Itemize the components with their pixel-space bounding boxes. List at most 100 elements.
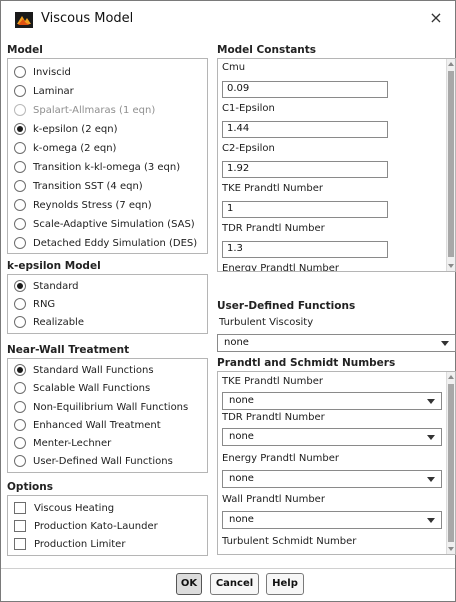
ok-button[interactable]: OK [176,573,202,595]
tke-prandtl-input[interactable]: 1 [222,201,388,218]
k-epsilon-section-title: k-epsilon Model [7,260,101,272]
prandtl-schmidt-panel: TKE Prandtl Number none TDR Prandtl Numb… [217,371,456,555]
c1-epsilon-input[interactable]: 1.44 [222,121,388,138]
model-section-title: Model [7,44,43,56]
close-icon[interactable]: × [425,7,447,29]
scroll-up-icon[interactable] [448,375,454,379]
radio-button[interactable] [14,364,26,376]
radio-des[interactable]: Detached Eddy Simulation (DES) [14,234,197,252]
cancel-button[interactable]: Cancel [210,573,259,595]
radio-button[interactable] [14,180,26,192]
checkbox-viscous-heating[interactable]: Viscous Heating [14,499,114,517]
scroll-thumb[interactable] [448,71,454,257]
tdr-prandtl-label: TDR Prandtl Number [222,223,325,234]
ps-tdr-select[interactable]: none [222,428,442,446]
radio-k-omega[interactable]: k-omega (2 eqn) [14,139,116,157]
prandtl-schmidt-scrollbar[interactable] [446,372,455,554]
cmu-label: Cmu [222,62,246,73]
ps-wall-label: Wall Prandtl Number [222,494,325,505]
scroll-up-icon[interactable] [448,62,454,66]
radio-button[interactable] [14,123,26,135]
radio-button[interactable] [14,237,26,249]
fluent-app-icon [15,12,33,28]
radio-realizable[interactable]: Realizable [14,313,84,331]
help-button[interactable]: Help [266,573,304,595]
radio-button[interactable] [14,66,26,78]
ps-tke-label: TKE Prandtl Number [222,376,323,387]
model-constants-panel: Cmu 0.09 C1-Epsilon 1.44 C2-Epsilon 1.92… [217,58,456,272]
radio-button[interactable] [14,280,26,292]
radio-button[interactable] [14,382,26,394]
radio-standard[interactable]: Standard [14,277,79,295]
scroll-down-icon[interactable] [448,264,454,268]
radio-inviscid[interactable]: Inviscid [14,63,71,81]
radio-transition-sst[interactable]: Transition SST (4 eqn) [14,177,143,195]
chevron-down-icon [427,435,435,440]
radio-button[interactable] [14,419,26,431]
radio-button[interactable] [14,142,26,154]
radio-reynolds-stress[interactable]: Reynolds Stress (7 eqn) [14,196,152,214]
window-title: Viscous Model [41,11,134,26]
radio-spalart-allmaras: Spalart-Allmaras (1 eqn) [14,101,155,119]
near-wall-group: Standard Wall Functions Scalable Wall Fu… [7,358,208,473]
chevron-down-icon [427,399,435,404]
scroll-thumb[interactable] [448,384,454,542]
chevron-down-icon [441,341,449,346]
radio-button[interactable] [14,161,26,173]
chevron-down-icon [427,518,435,523]
radio-button[interactable] [14,298,26,310]
energy-prandtl-label: Energy Prandtl Number [222,263,340,272]
c2-epsilon-input[interactable]: 1.92 [222,161,388,178]
c2-epsilon-label: C2-Epsilon [222,143,275,154]
ps-tdr-label: TDR Prandtl Number [222,412,325,423]
model-constants-title: Model Constants [217,44,317,56]
turbulent-viscosity-label: Turbulent Viscosity [219,317,314,328]
checkbox[interactable] [14,502,26,514]
tdr-prandtl-input[interactable]: 1.3 [222,241,388,258]
radio-sas[interactable]: Scale-Adaptive Simulation (SAS) [14,215,195,233]
ps-energy-select[interactable]: none [222,470,442,488]
tke-prandtl-label: TKE Prandtl Number [222,183,323,194]
radio-button[interactable] [14,199,26,211]
radio-laminar[interactable]: Laminar [14,82,74,100]
radio-button[interactable] [14,85,26,97]
model-constants-scrollbar[interactable] [446,59,455,271]
radio-rng[interactable]: RNG [14,295,55,313]
checkbox-production-kato-launder[interactable]: Production Kato-Launder [14,517,158,535]
checkbox[interactable] [14,538,26,550]
radio-button[interactable] [14,218,26,230]
radio-standard-wall-functions[interactable]: Standard Wall Functions [14,361,154,379]
radio-k-epsilon[interactable]: k-epsilon (2 eqn) [14,120,117,138]
radio-button[interactable] [14,455,26,467]
scroll-down-icon[interactable] [448,547,454,551]
cmu-input[interactable]: 0.09 [222,81,388,98]
ps-tke-select[interactable]: none [222,392,442,410]
checkbox[interactable] [14,520,26,532]
chevron-down-icon [427,477,435,482]
k-epsilon-group: Standard RNG Realizable [7,274,208,334]
radio-transition-k-kl-omega[interactable]: Transition k-kl-omega (3 eqn) [14,158,180,176]
model-group: Inviscid Laminar Spalart-Allmaras (1 eqn… [7,58,208,254]
udf-section-title: User-Defined Functions [217,300,356,312]
c1-epsilon-label: C1-Epsilon [222,103,275,114]
turbulent-viscosity-select[interactable]: none [217,334,456,352]
radio-non-equilibrium[interactable]: Non-Equilibrium Wall Functions [14,398,188,416]
radio-menter-lechner[interactable]: Menter-Lechner [14,434,111,452]
radio-button[interactable] [14,437,26,449]
radio-button [14,104,26,116]
checkbox-production-limiter[interactable]: Production Limiter [14,535,125,553]
radio-user-defined-wall-functions[interactable]: User-Defined Wall Functions [14,452,173,470]
radio-scalable-wall-functions[interactable]: Scalable Wall Functions [14,379,150,397]
ps-energy-label: Energy Prandtl Number [222,453,340,464]
options-section-title: Options [7,481,53,493]
radio-enhanced-wall-treatment[interactable]: Enhanced Wall Treatment [14,416,161,434]
radio-button[interactable] [14,401,26,413]
ps-turbulent-schmidt-label: Turbulent Schmidt Number [222,536,357,547]
radio-button[interactable] [14,316,26,328]
footer-divider [1,568,455,569]
viscous-model-dialog: Viscous Model × Model Inviscid Laminar S… [0,0,456,602]
ps-wall-select[interactable]: none [222,511,442,529]
title-bar[interactable]: Viscous Model × [1,1,455,37]
options-group: Viscous Heating Production Kato-Launder … [7,495,208,556]
near-wall-section-title: Near-Wall Treatment [7,344,130,356]
